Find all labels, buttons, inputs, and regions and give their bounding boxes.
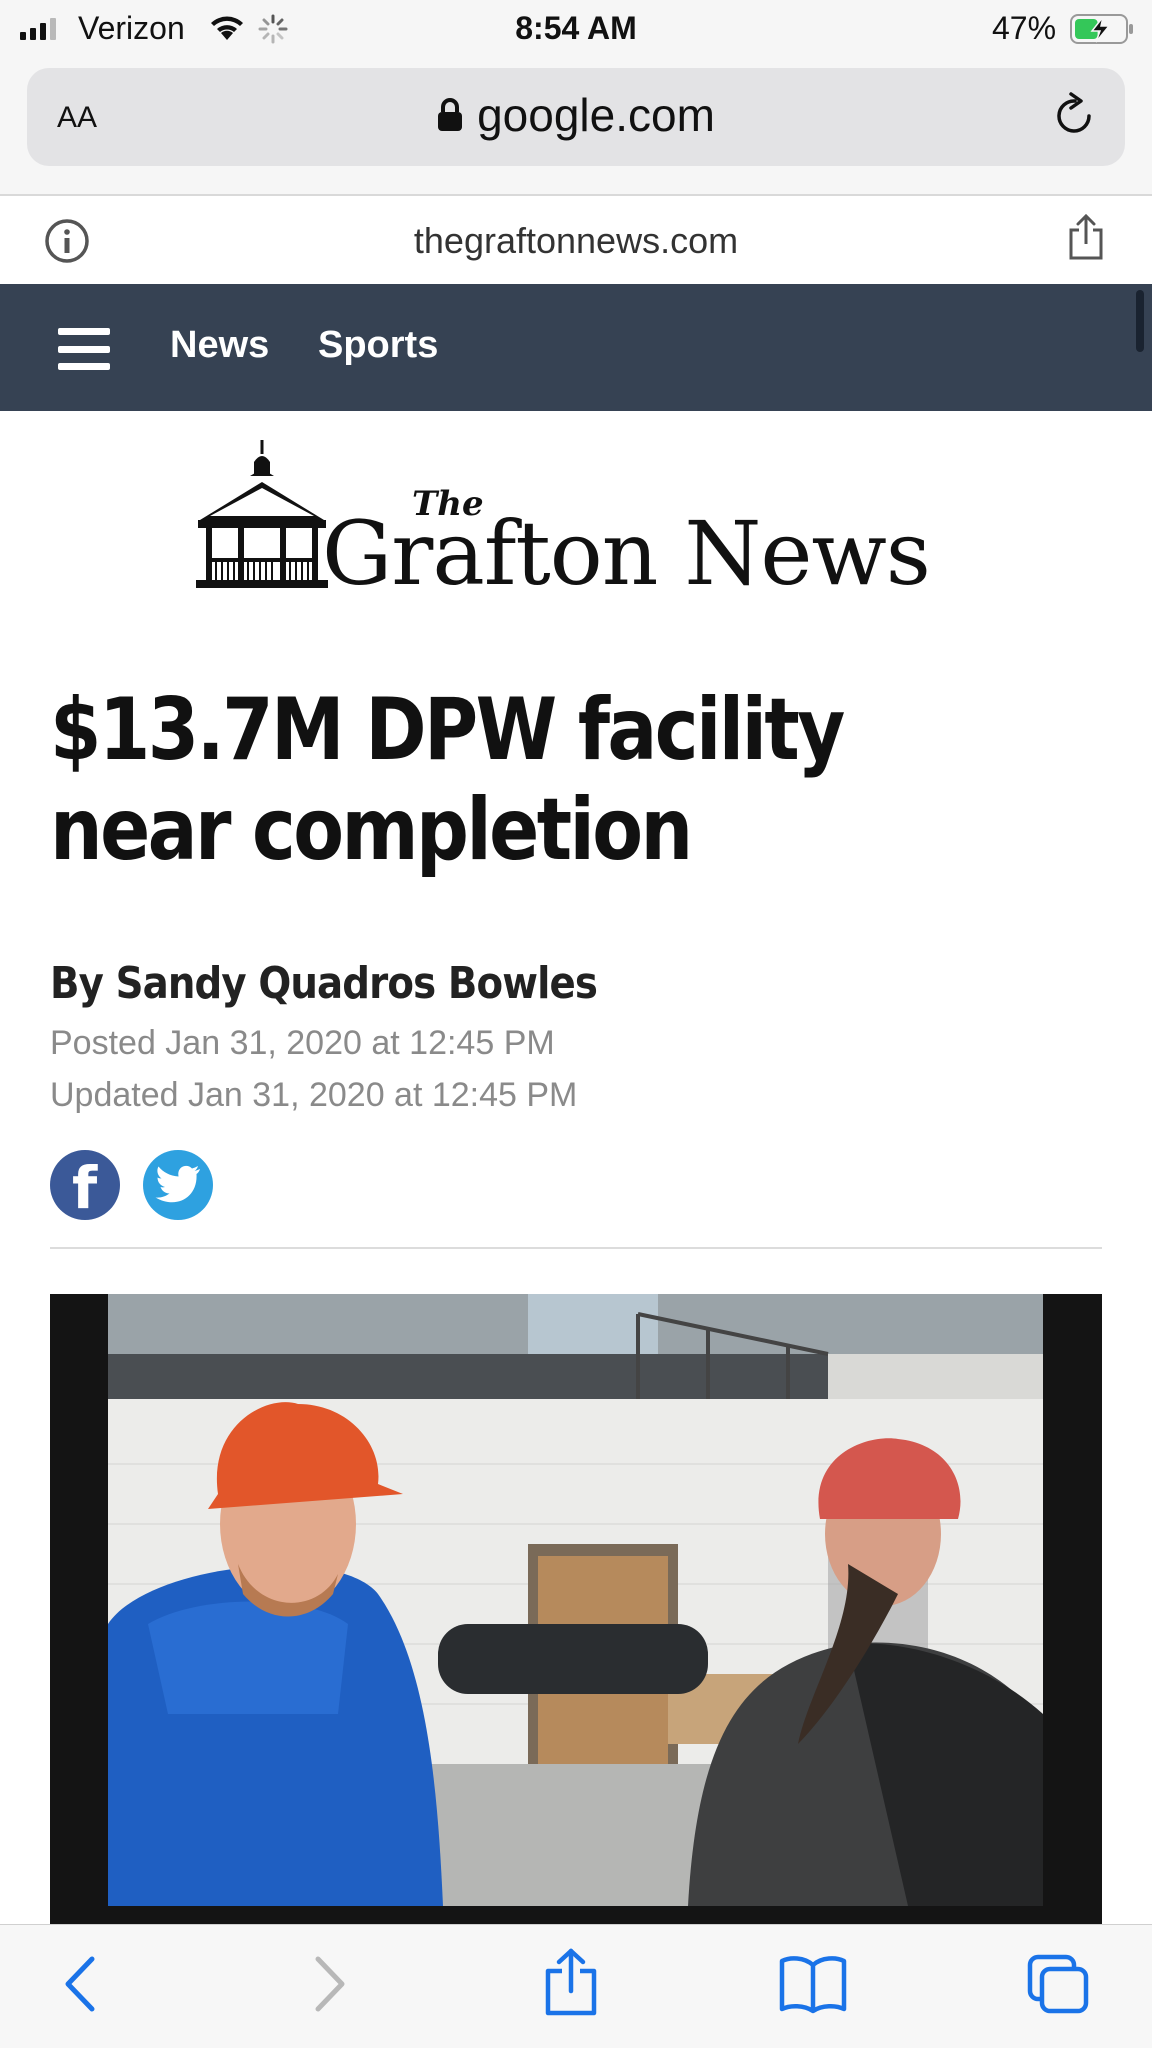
share-icon[interactable] — [1066, 212, 1106, 262]
status-bar: Verizon 8:54 AM 47% — [0, 0, 1152, 58]
facebook-icon: f — [72, 1154, 98, 1222]
facebook-share-button[interactable]: f — [50, 1150, 120, 1222]
bookmarks-icon[interactable] — [778, 1953, 848, 2015]
reload-icon[interactable] — [1051, 90, 1099, 140]
updated-date: Updated Jan 31, 2020 at 12:45 PM — [50, 1076, 578, 1114]
browser-toolbar — [0, 1924, 1152, 2048]
article-photo-frame — [50, 1294, 1102, 1924]
scrollbar-thumb[interactable] — [1136, 290, 1144, 352]
nav-link-news[interactable]: News — [170, 324, 269, 367]
gazebo-logo-icon — [196, 440, 328, 588]
clock: 8:54 AM — [515, 10, 637, 46]
twitter-share-button[interactable] — [143, 1150, 213, 1220]
url-text: google.com — [477, 89, 715, 141]
browser-address-area: AA google.com — [0, 58, 1152, 196]
nav-link-sports[interactable]: Sports — [318, 324, 438, 367]
divider — [50, 1247, 1102, 1249]
twitter-icon — [155, 1165, 200, 1203]
battery-charging-icon — [1070, 14, 1133, 44]
battery-percent: 47% — [992, 10, 1057, 46]
posted-date: Posted Jan 31, 2020 at 12:45 PM — [50, 1024, 555, 1062]
article-headline: $13.7M DPW facility near completion — [50, 680, 845, 880]
site-info-bar: thegraftonnews.com — [0, 198, 1152, 284]
tabs-icon[interactable] — [1026, 1953, 1092, 2017]
share-icon[interactable] — [542, 1947, 600, 2017]
back-icon[interactable] — [60, 1953, 100, 2015]
site-domain: thegraftonnews.com — [413, 220, 739, 261]
address-bar[interactable]: AA google.com — [27, 68, 1125, 166]
url-display[interactable]: google.com — [27, 88, 1125, 142]
site-navigation: News Sports — [0, 284, 1152, 411]
logo-name-text: Grafton News — [322, 502, 931, 605]
article-photo[interactable] — [108, 1294, 1043, 1906]
site-logo[interactable]: The Grafton News — [192, 440, 962, 605]
hamburger-icon[interactable] — [58, 328, 110, 370]
article-byline[interactable]: By Sandy Quadros Bowles — [50, 958, 598, 1009]
forward-icon[interactable] — [310, 1953, 350, 2015]
lock-icon — [438, 97, 463, 131]
